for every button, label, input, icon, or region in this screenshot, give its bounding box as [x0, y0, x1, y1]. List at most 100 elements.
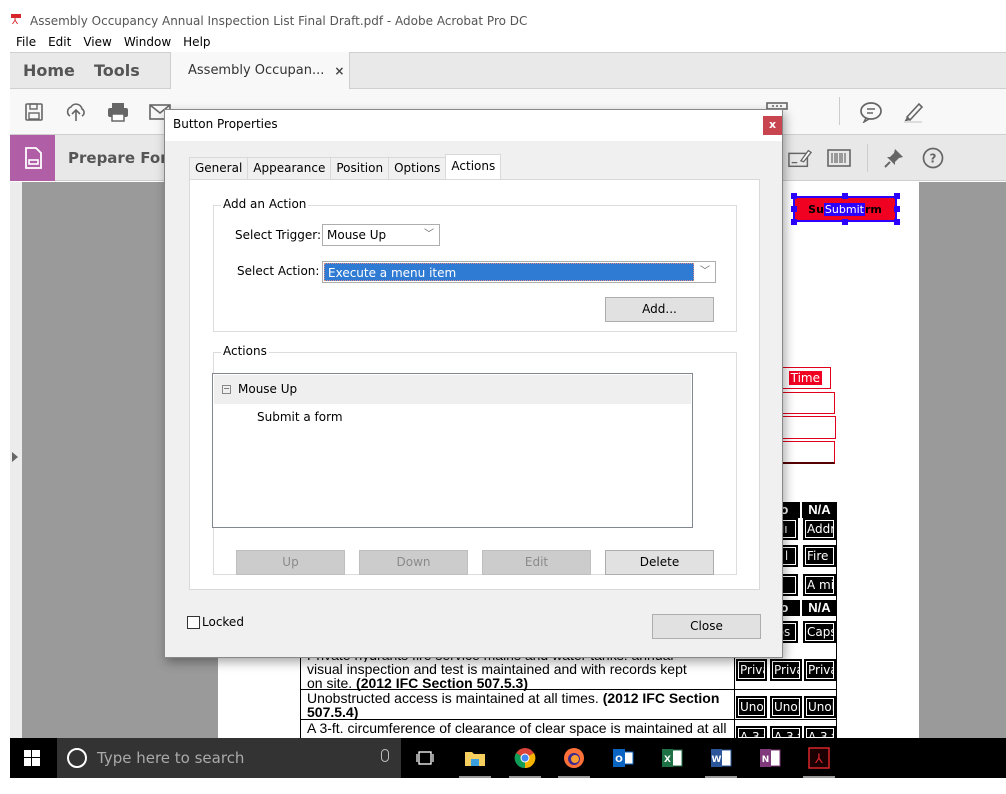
checkbox-field[interactable]: Fire l	[803, 545, 836, 567]
edit-action-button[interactable]: Edit	[482, 550, 591, 575]
table-row-text: A 3-ft. circumference of clearance of cl…	[307, 720, 727, 736]
resize-handle[interactable]	[791, 206, 797, 212]
checkbox-field[interactable]: Priva	[736, 659, 767, 681]
checkbox-field[interactable]: Caps	[803, 621, 836, 643]
row-text-line: on site.	[307, 675, 357, 691]
tab-appearance[interactable]: Appearance	[247, 157, 332, 179]
close-button[interactable]: Close	[652, 614, 761, 639]
task-view-icon[interactable]	[406, 738, 444, 778]
tab-position[interactable]: Position	[330, 157, 390, 179]
windows-taskbar: Type here to search O X W N ⅄	[10, 738, 1006, 778]
prepbar-divider	[867, 144, 868, 172]
resize-handle[interactable]	[842, 193, 848, 199]
acrobat-icon[interactable]: ⅄	[800, 738, 838, 778]
delete-action-button[interactable]: Delete	[605, 550, 714, 575]
comment-icon[interactable]	[859, 100, 883, 124]
move-up-button[interactable]: Up	[236, 550, 345, 575]
search-placeholder: Type here to search	[97, 749, 245, 767]
checkbox-field[interactable]: Unol	[804, 696, 836, 718]
menu-view[interactable]: View	[77, 35, 117, 49]
highlight-pen-icon[interactable]	[901, 100, 925, 124]
row-code-reference: (2012 IFC Section	[602, 690, 720, 706]
cortana-icon	[67, 748, 87, 768]
checkbox-field[interactable]: A mi	[803, 574, 836, 596]
locked-checkbox[interactable]	[187, 616, 200, 629]
checkbox-field[interactable]: Addr	[803, 518, 836, 540]
onenote-icon[interactable]: N	[751, 738, 789, 778]
svg-text:O: O	[615, 755, 623, 765]
menu-window[interactable]: Window	[118, 35, 177, 49]
taskbar-search-box[interactable]: Type here to search	[57, 738, 401, 778]
dialog-title-bar[interactable]: Button Properties x	[165, 110, 782, 141]
left-panel-toggle[interactable]	[10, 182, 22, 738]
pin-icon[interactable]	[882, 146, 906, 170]
expand-arrow-icon	[12, 452, 18, 462]
collapse-icon[interactable]: −	[222, 385, 231, 394]
resize-handle[interactable]	[894, 193, 900, 199]
tab-actions[interactable]: Actions	[445, 154, 502, 179]
microphone-icon[interactable]	[381, 749, 389, 762]
select-action-label: Select Action:	[237, 264, 320, 278]
acrobat-pdf-icon: ⅄	[10, 14, 24, 28]
row-code-reference: 507.5.4)	[307, 704, 359, 720]
svg-text:W: W	[712, 755, 722, 765]
select-action-value: Execute a menu item	[324, 263, 694, 281]
select-trigger-label: Select Trigger:	[235, 228, 322, 242]
select-action-dropdown[interactable]: Execute a menu item ﹀	[322, 261, 716, 283]
print-icon[interactable]	[106, 100, 130, 124]
checkbox-field[interactable]: Unol	[770, 696, 802, 718]
tab-home[interactable]: Home	[23, 61, 75, 80]
resize-handle[interactable]	[791, 219, 797, 225]
add-action-button[interactable]: Add...	[605, 297, 714, 322]
checkbox-field[interactable]: Priva	[770, 659, 802, 681]
resize-handle[interactable]	[842, 219, 848, 225]
menu-edit[interactable]: Edit	[42, 35, 77, 49]
actions-tab-panel: Add an Action Select Trigger: Mouse Up ﹀…	[189, 179, 760, 590]
chrome-icon[interactable]	[506, 738, 544, 778]
menu-help[interactable]: Help	[177, 35, 216, 49]
checkbox-field[interactable]: Priva	[804, 659, 836, 681]
menu-file[interactable]: File	[10, 35, 42, 49]
outlook-icon[interactable]: O	[604, 738, 642, 778]
word-icon[interactable]: W	[702, 738, 740, 778]
tab-tools[interactable]: Tools	[94, 61, 140, 80]
cloud-upload-icon[interactable]	[64, 100, 88, 124]
chevron-down-icon: ﹀	[700, 266, 710, 277]
window-title-bar: ⅄ Assembly Occupancy Annual Inspection L…	[10, 10, 1006, 32]
signature-field-icon[interactable]	[788, 146, 812, 170]
actions-tree[interactable]: − Mouse Up Submit a form	[212, 373, 693, 528]
table-row-text: visual inspection and test is maintained…	[307, 661, 687, 677]
resize-handle[interactable]	[894, 219, 900, 225]
tab-general[interactable]: General	[189, 157, 249, 179]
windows-start-icon[interactable]	[24, 750, 40, 766]
tab-document[interactable]: Assembly Occupan... ×	[170, 52, 350, 89]
file-explorer-icon[interactable]	[456, 738, 494, 778]
bottom-strip	[0, 778, 1006, 794]
table-border	[734, 646, 735, 738]
resize-handle[interactable]	[894, 206, 900, 212]
move-down-button[interactable]: Down	[359, 550, 468, 575]
excel-icon[interactable]: X	[653, 738, 691, 778]
tree-group-label: Mouse Up	[238, 382, 298, 396]
barcode-field-icon[interactable]	[827, 146, 851, 170]
add-action-legend: Add an Action	[221, 197, 309, 211]
firefox-icon[interactable]	[555, 738, 593, 778]
submit-field-selected-name: Submit	[823, 202, 865, 216]
locked-label: Locked	[202, 615, 244, 629]
save-icon[interactable]	[22, 100, 46, 124]
checkbox-field[interactable]: Unol	[736, 696, 767, 718]
tab-options[interactable]: Options	[388, 157, 447, 179]
table-row-text: 507.5.4)	[307, 705, 358, 719]
table-row-text: Unobstructed access is maintained at all…	[307, 691, 719, 705]
select-trigger-dropdown[interactable]: Mouse Up ﹀	[322, 224, 440, 246]
app-tab-bar: Home Tools Assembly Occupan... ×	[10, 52, 1006, 89]
resize-handle[interactable]	[791, 193, 797, 199]
submit-field-suffix: rm	[864, 202, 882, 216]
tree-group-mouse-up[interactable]: − Mouse Up	[214, 375, 691, 404]
table-border	[836, 502, 837, 738]
close-tab-icon[interactable]: ×	[334, 64, 344, 78]
help-icon[interactable]: ?	[921, 146, 945, 170]
tree-item-submit-form[interactable]: Submit a form	[257, 410, 343, 424]
dialog-close-button[interactable]: x	[763, 116, 782, 135]
window-title: Assembly Occupancy Annual Inspection Lis…	[30, 14, 528, 28]
